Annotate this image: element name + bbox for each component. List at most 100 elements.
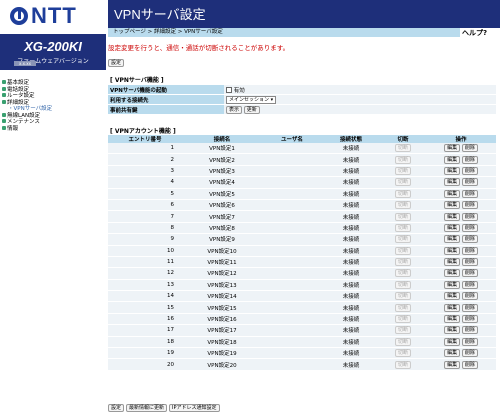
delete-button[interactable]: 削除 bbox=[461, 223, 478, 232]
delete-button[interactable]: 削除 bbox=[461, 258, 478, 267]
table-row: 5 VPN設定5 未接続 切断 編集 削除 bbox=[108, 188, 496, 200]
nav-label: ルータ設定 bbox=[7, 93, 35, 99]
delete-button[interactable]: 削除 bbox=[461, 212, 478, 221]
delete-button[interactable]: 削除 bbox=[461, 144, 478, 153]
breadcrumb[interactable]: トップページ > 詳細設定 > VPNサーバ設定 bbox=[108, 28, 460, 37]
disconnect-button[interactable]: 切断 bbox=[394, 280, 411, 289]
edit-button[interactable]: 編集 bbox=[444, 360, 461, 369]
disconnect-cell: 切断 bbox=[380, 358, 426, 371]
delete-button[interactable]: 削除 bbox=[461, 349, 478, 358]
disconnect-button[interactable]: 切断 bbox=[394, 303, 411, 312]
edit-button[interactable]: 編集 bbox=[444, 269, 461, 278]
set-button-top[interactable]: 設定 bbox=[108, 59, 125, 67]
delete-button[interactable]: 削除 bbox=[461, 178, 478, 187]
disconnect-button[interactable]: 切断 bbox=[394, 269, 411, 278]
disconnect-button[interactable]: 切断 bbox=[394, 178, 411, 187]
session-select[interactable]: メインセッション ▾ bbox=[226, 95, 277, 104]
connection-status: 未接続 bbox=[322, 153, 380, 166]
edit-button[interactable]: 編集 bbox=[444, 223, 461, 232]
disconnect-button[interactable]: 切断 bbox=[394, 326, 411, 335]
delete-button[interactable]: 削除 bbox=[461, 166, 478, 175]
edit-button[interactable]: 編集 bbox=[444, 246, 461, 255]
edit-button[interactable]: 編集 bbox=[444, 280, 461, 289]
disconnect-button[interactable]: 切断 bbox=[394, 201, 411, 210]
delete-button[interactable]: 削除 bbox=[461, 326, 478, 335]
delete-button[interactable]: 削除 bbox=[461, 280, 478, 289]
nav-arrow-icon bbox=[2, 119, 6, 123]
edit-button[interactable]: 編集 bbox=[444, 349, 461, 358]
nav-label: 無線LAN設定 bbox=[7, 112, 41, 119]
edit-button[interactable]: 編集 bbox=[444, 144, 461, 153]
connection-name: VPN設定13 bbox=[182, 279, 262, 292]
set-button[interactable]: 設定 bbox=[108, 404, 125, 412]
disconnect-button[interactable]: 切断 bbox=[394, 155, 411, 164]
ip-notify-button[interactable]: IPアドレス通知設定 bbox=[169, 404, 220, 412]
edit-button[interactable]: 編集 bbox=[444, 326, 461, 335]
disconnect-button[interactable]: 切断 bbox=[394, 212, 411, 221]
actions-cell: 編集 削除 bbox=[426, 301, 496, 314]
footer-buttons: 設定 最新情報に更新 IPアドレス通知設定 bbox=[108, 404, 220, 412]
disconnect-button[interactable]: 切断 bbox=[394, 292, 411, 301]
edit-button[interactable]: 編集 bbox=[444, 292, 461, 301]
disconnect-button[interactable]: 切断 bbox=[394, 223, 411, 232]
connection-status: 未接続 bbox=[322, 347, 380, 360]
display-button[interactable]: 表示 bbox=[226, 105, 243, 114]
nav-item-info[interactable]: 情報 bbox=[2, 125, 52, 133]
disconnect-button[interactable]: 切断 bbox=[394, 144, 411, 153]
disconnect-button[interactable]: 切断 bbox=[394, 166, 411, 175]
connection-name: VPN設定8 bbox=[182, 222, 262, 235]
disconnect-button[interactable]: 切断 bbox=[394, 349, 411, 358]
user-name bbox=[262, 301, 322, 314]
delete-button[interactable]: 削除 bbox=[461, 315, 478, 324]
user-name bbox=[262, 188, 322, 200]
help-link[interactable]: ヘルプ? bbox=[460, 28, 500, 37]
entry-number: 11 bbox=[108, 256, 182, 269]
delete-button[interactable]: 削除 bbox=[461, 337, 478, 346]
update-button[interactable]: 更新 bbox=[243, 105, 260, 114]
delete-button[interactable]: 削除 bbox=[461, 201, 478, 210]
edit-button[interactable]: 編集 bbox=[444, 235, 461, 244]
entry-number: 3 bbox=[108, 165, 182, 178]
disconnect-button[interactable]: 切断 bbox=[394, 235, 411, 244]
disconnect-button[interactable]: 切断 bbox=[394, 360, 411, 369]
disconnect-button[interactable]: 切断 bbox=[394, 246, 411, 255]
delete-button[interactable]: 削除 bbox=[461, 155, 478, 164]
refresh-button[interactable]: 最新情報に更新 bbox=[126, 404, 168, 412]
disconnect-button[interactable]: 切断 bbox=[394, 337, 411, 346]
edit-button[interactable]: 編集 bbox=[444, 166, 461, 175]
edit-button[interactable]: 編集 bbox=[444, 315, 461, 324]
edit-button[interactable]: 編集 bbox=[444, 303, 461, 312]
config-label: 事前共有鍵 bbox=[108, 104, 224, 115]
disconnect-button[interactable]: 切断 bbox=[394, 315, 411, 324]
enable-checkbox[interactable] bbox=[226, 87, 232, 93]
edit-button[interactable]: 編集 bbox=[444, 155, 461, 164]
edit-button[interactable]: 編集 bbox=[444, 189, 461, 198]
side-nav: 基本設定 電話設定 ルータ設定 詳細設定 ・VPNサーバ設定 無線LAN設定 メ… bbox=[2, 80, 52, 132]
disconnect-button[interactable]: 切断 bbox=[394, 189, 411, 198]
edit-button[interactable]: 編集 bbox=[444, 201, 461, 210]
delete-button[interactable]: 削除 bbox=[461, 235, 478, 244]
config-value: 有効 bbox=[224, 85, 496, 95]
edit-button[interactable]: 編集 bbox=[444, 337, 461, 346]
connection-status: 未接続 bbox=[322, 313, 380, 326]
chevron-down-icon: ▾ bbox=[270, 96, 274, 103]
delete-button[interactable]: 削除 bbox=[461, 189, 478, 198]
delete-button[interactable]: 削除 bbox=[461, 292, 478, 301]
enable-label: 有効 bbox=[233, 87, 245, 94]
delete-button[interactable]: 削除 bbox=[461, 269, 478, 278]
disconnect-button[interactable]: 切断 bbox=[394, 258, 411, 267]
entry-number: 4 bbox=[108, 176, 182, 189]
delete-button[interactable]: 削除 bbox=[461, 246, 478, 255]
entry-number: 19 bbox=[108, 347, 182, 360]
connection-status: 未接続 bbox=[322, 324, 380, 337]
col-header-disconnect: 切断 bbox=[380, 135, 426, 143]
delete-button[interactable]: 削除 bbox=[461, 360, 478, 369]
edit-button[interactable]: 編集 bbox=[444, 212, 461, 221]
delete-button[interactable]: 削除 bbox=[461, 303, 478, 312]
nav-arrow-icon bbox=[2, 80, 6, 84]
edit-button[interactable]: 編集 bbox=[444, 258, 461, 267]
edit-button[interactable]: 編集 bbox=[444, 178, 461, 187]
table-row: 17 VPN設定17 未接続 切断 編集 削除 bbox=[108, 324, 496, 337]
connection-status: 未接続 bbox=[322, 336, 380, 349]
nav-label: メンテナンス bbox=[7, 119, 40, 125]
